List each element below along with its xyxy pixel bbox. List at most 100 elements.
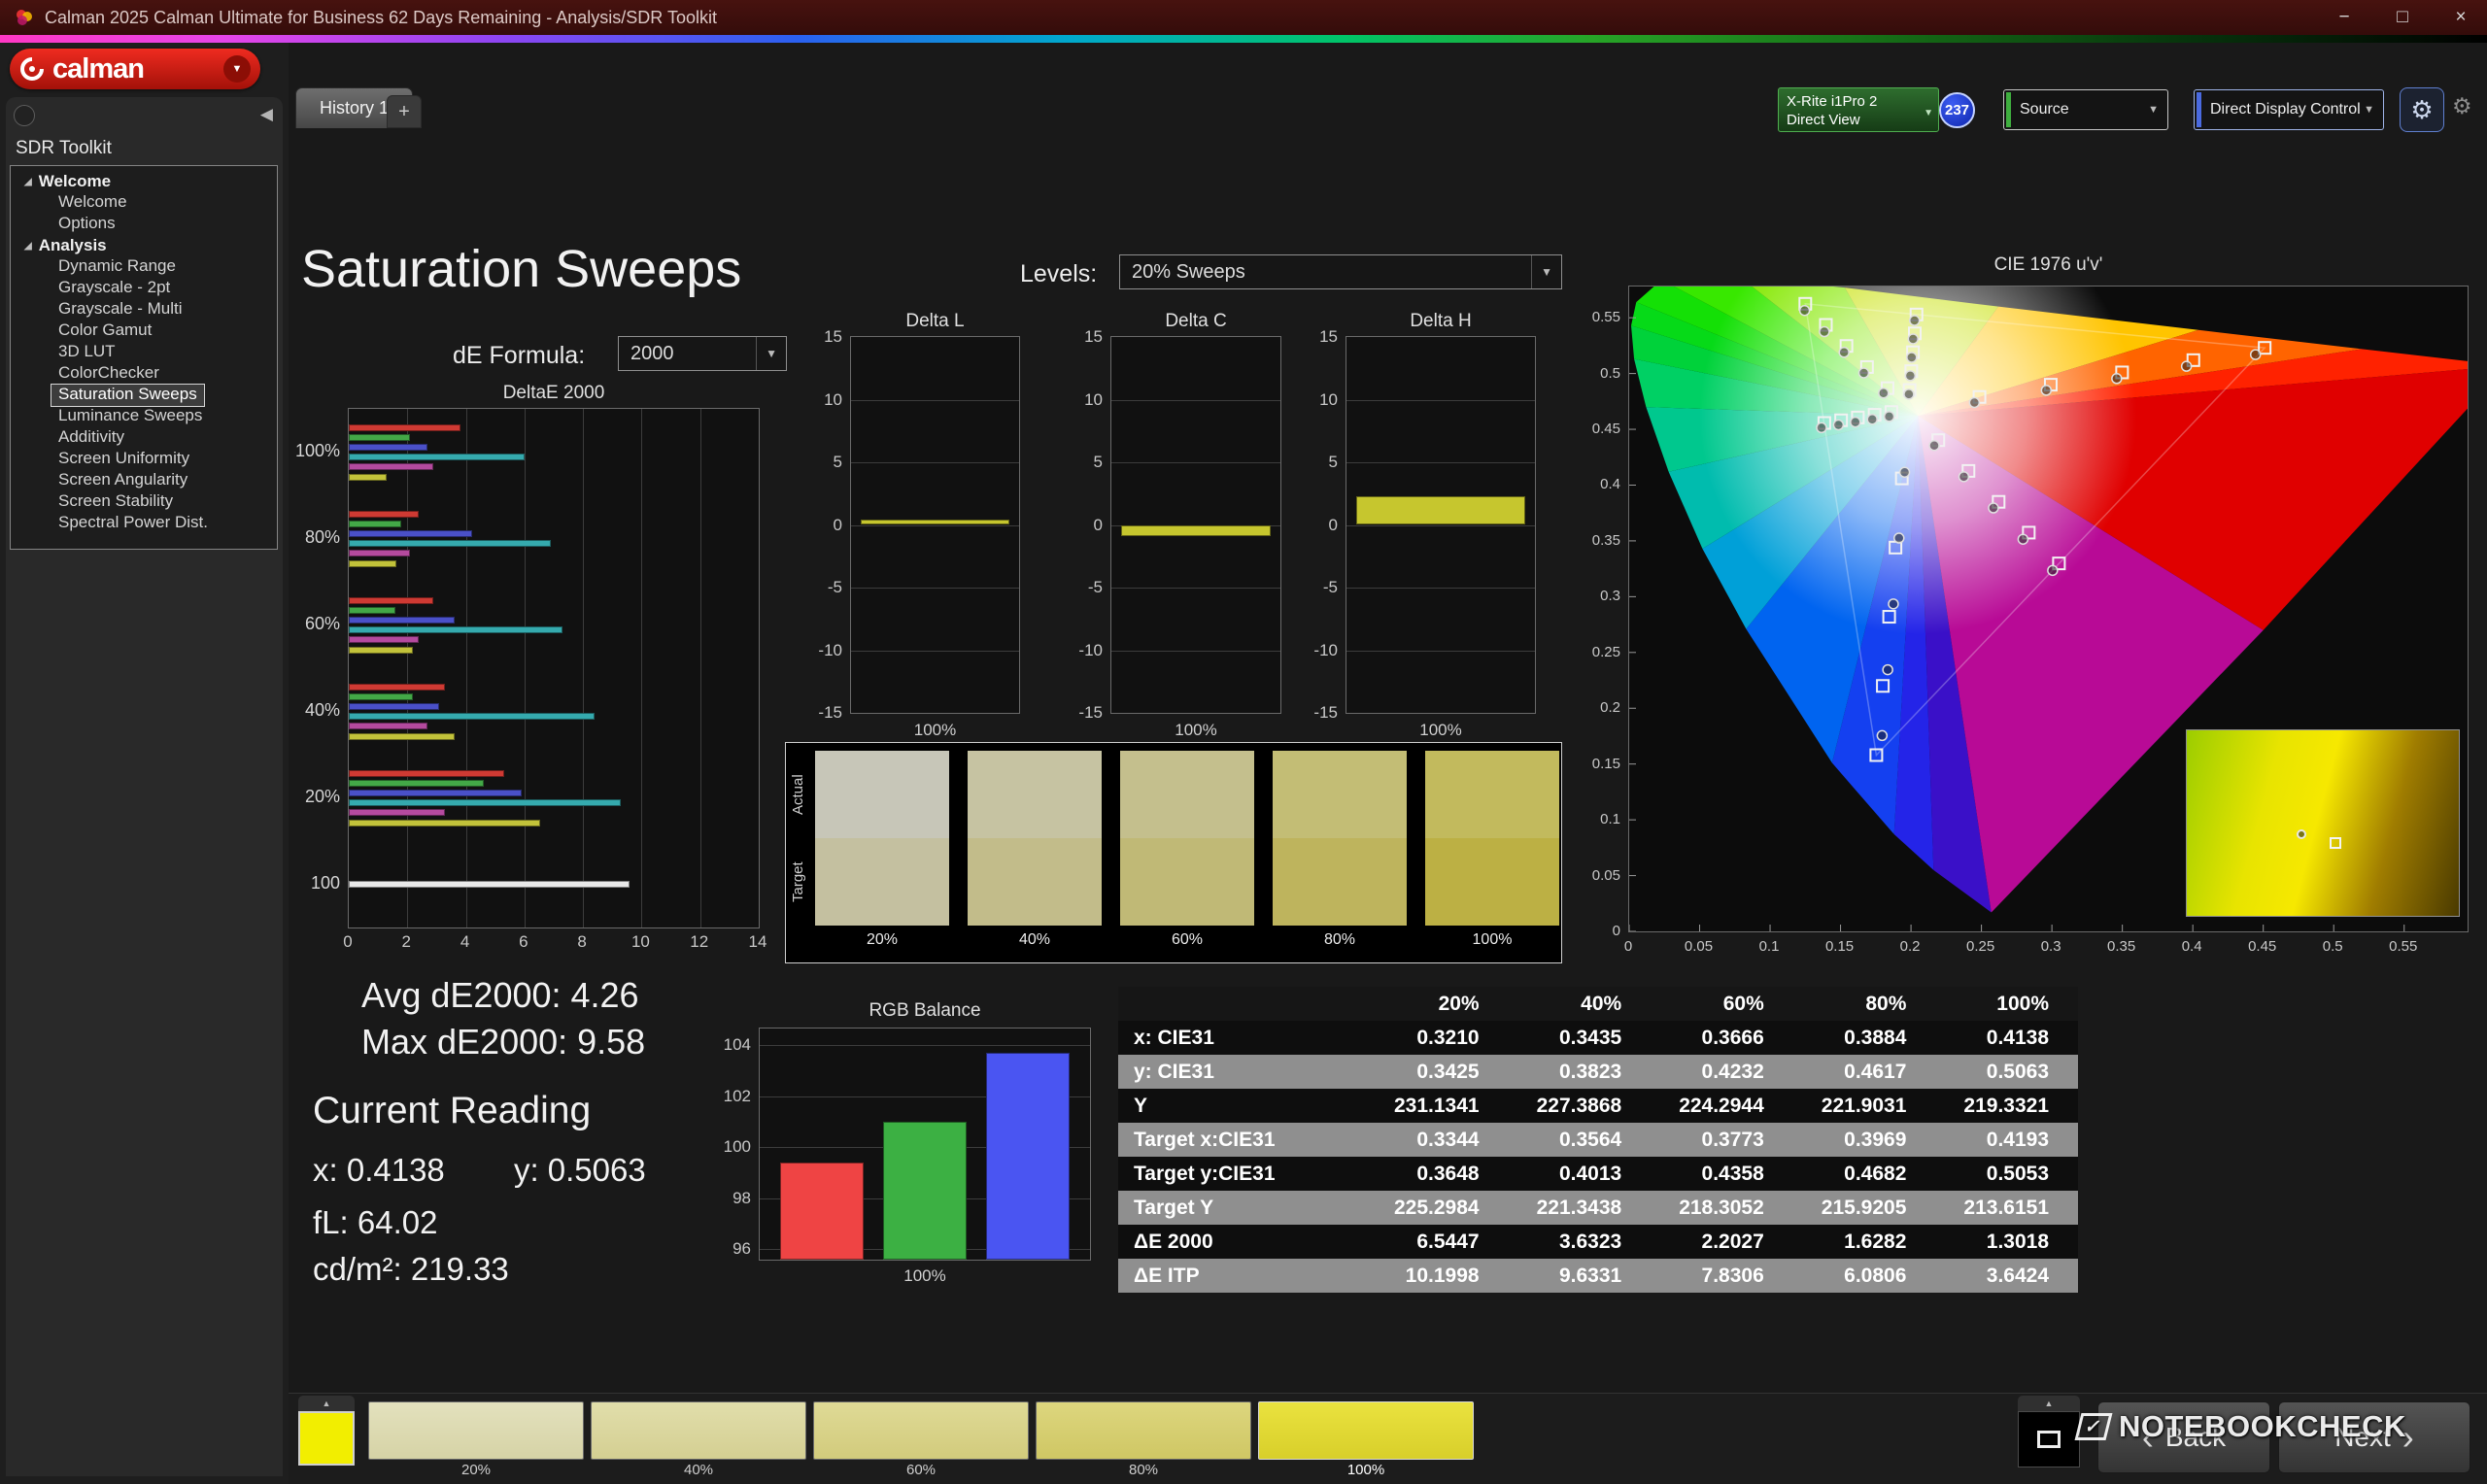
app-icon [17, 10, 32, 25]
value-cell: 0.3773 [1701, 1128, 1764, 1151]
grid-line [851, 462, 1019, 463]
deltaL-xlabel: 100% [913, 721, 957, 739]
cie-ytick-label: 0.2 [1600, 699, 1620, 717]
calman-logo-button[interactable]: calman ▼ [10, 49, 260, 89]
tree-section-welcome[interactable]: ◢ Welcome [11, 171, 277, 192]
cie-zoom-inset [2186, 729, 2460, 917]
value-cell: 3.6323 [1558, 1230, 1622, 1253]
sidebar-collapse-icon[interactable]: ◀ [260, 105, 273, 124]
current-xy-reading: x: 0.4138 y: 0.5063 [313, 1152, 646, 1189]
deltae-ylabels: 100% 80% 60% 40% 20% 100 [253, 408, 340, 928]
sidebar-item-saturation-sweeps[interactable]: Saturation Sweeps [51, 384, 205, 407]
de-bar-cyan [349, 454, 525, 461]
cie-measured-marker [1988, 502, 1999, 514]
sidebar-item-dynamic-range[interactable]: Dynamic Range [51, 256, 183, 278]
close-button[interactable]: × [2448, 7, 2473, 28]
cie-ytick-label: 0 [1612, 923, 1620, 939]
deltaL-bar [861, 520, 1009, 525]
row-label-cell: Target x:CIE31 [1134, 1128, 1276, 1151]
table-row: Target x:CIE31 0.3344 0.3564 0.3773 0.3969 0.… [1118, 1123, 2078, 1157]
grid-line [760, 1045, 1090, 1047]
display-panel-tab[interactable]: ▲ [2018, 1396, 2080, 1411]
patch-swatch-80%[interactable] [1036, 1401, 1251, 1460]
source-label: Source [2020, 101, 2069, 118]
meter-selector[interactable]: X-Rite i1Pro 2 Direct View ▼ [1778, 87, 1939, 132]
tree-section-analysis[interactable]: ◢ Analysis [11, 235, 277, 256]
patch-swatch-100%[interactable] [1258, 1401, 1474, 1460]
minimize-button[interactable]: − [2332, 7, 2357, 28]
sidebar-item-grayscale-2pt[interactable]: Grayscale - 2pt [51, 278, 177, 299]
de-bar-blue [349, 529, 472, 537]
expander-icon[interactable]: ◢ [24, 241, 32, 252]
axis-tick-label: 98 [732, 1188, 751, 1207]
patch-swatch-20%[interactable] [368, 1401, 584, 1460]
sidebar-item-screen-uniformity[interactable]: Screen Uniformity [51, 449, 196, 470]
pattern-window-button[interactable] [2018, 1411, 2080, 1467]
next-button[interactable]: Next › [2278, 1401, 2470, 1473]
current-cd-reading: cd/m²: 219.33 [313, 1251, 509, 1287]
patch-swatch-60%[interactable] [813, 1401, 1029, 1460]
cie-measured-marker [1866, 413, 1878, 425]
current-patch-swatch [298, 1411, 355, 1466]
cie-ytick-label: 0.1 [1600, 811, 1620, 828]
logo-menu-arrow-icon[interactable]: ▼ [223, 55, 251, 83]
axis-tick-label: -15 [1313, 703, 1338, 722]
de-formula-dropdown[interactable]: 2000 ▼ [618, 336, 787, 371]
row-label-cell: Target y:CIE31 [1134, 1162, 1276, 1185]
chevron-down-icon: ▼ [2148, 104, 2159, 116]
cie-xtick-label: 0.55 [2389, 938, 2418, 955]
table-row: x: CIE31 0.3210 0.3435 0.3666 0.3884 0.4138 [1118, 1021, 2078, 1055]
value-cell: 231.1341 [1394, 1094, 1480, 1117]
patch-swatch-40%[interactable] [591, 1401, 806, 1460]
sidebar-item-screen-angularity[interactable]: Screen Angularity [51, 470, 194, 491]
current-patch-tab[interactable]: ▲ [298, 1396, 355, 1411]
sidebar-item-color-gamut[interactable]: Color Gamut [51, 320, 158, 342]
rgb-xlabel: 100% [903, 1266, 946, 1285]
meter-count-badge[interactable]: 237 [1939, 92, 1975, 128]
results-table: 20% 40% 60% 80% 100% x: CIE31 0.3210 0.3435 0.36… [1118, 987, 2078, 1293]
axis-tick-label: 0 [343, 932, 353, 951]
levels-dropdown[interactable]: 20% Sweeps ▼ [1119, 254, 1562, 289]
max-de-reading: Max dE2000: 9.58 [361, 1022, 646, 1062]
actual-row-label: Actual [790, 774, 806, 815]
sidebar-item-3d-lut[interactable]: 3D LUT [51, 342, 122, 363]
cie-xtick-label: 0.25 [1965, 938, 1995, 955]
expander-icon[interactable]: ◢ [24, 177, 32, 187]
display-control-selector[interactable]: Direct Display Control ▼ [2194, 89, 2384, 130]
group-label: 40% [304, 699, 340, 720]
maximize-button[interactable]: □ [2390, 7, 2415, 28]
sidebar-item-colorchecker[interactable]: ColorChecker [51, 363, 166, 385]
de-bar-green [349, 692, 414, 700]
deltaC-bar [1121, 524, 1271, 537]
axis-tick-label: 10 [1084, 389, 1103, 409]
patch-swatch-label: 20% [460, 1462, 492, 1478]
sidebar-item-welcome[interactable]: Welcome [51, 192, 134, 214]
grid-line [1346, 399, 1535, 401]
sidebar-pin-button[interactable] [14, 105, 35, 126]
cie-ytick-label: 0.55 [1591, 309, 1620, 326]
sidebar-item-options[interactable]: Options [51, 214, 122, 235]
workspace-gear-icon[interactable]: ⚙ [2452, 93, 2472, 119]
table-row: ΔE 2000 6.5447 3.6323 2.2027 1.6282 1.3018 [1118, 1225, 2078, 1259]
value-cell: 0.3210 [1416, 1026, 1480, 1049]
grid-line [1346, 588, 1535, 589]
sidebar-item-grayscale-multi[interactable]: Grayscale - Multi [51, 299, 189, 320]
patch-swatch-label: 80% [1128, 1462, 1159, 1478]
cie-measured-marker [2249, 349, 2262, 360]
settings-button[interactable]: ⚙ [2400, 87, 2444, 132]
sidebar-item-screen-stability[interactable]: Screen Stability [51, 491, 180, 513]
display-control-label: Direct Display Control [2210, 101, 2361, 118]
patch-compare-panel: Actual Target 20% 40% 60% 80% 100% [785, 742, 1562, 963]
axis-tick-label: 96 [732, 1239, 751, 1259]
back-button[interactable]: ‹ Back [2097, 1401, 2270, 1473]
sidebar-item-luminance-sweeps[interactable]: Luminance Sweeps [51, 406, 209, 427]
add-tab-button[interactable]: + [387, 95, 422, 128]
grid-line [851, 399, 1019, 401]
target-row-label: Target [790, 861, 806, 902]
source-selector[interactable]: Source ▼ [2003, 89, 2168, 130]
chevron-right-icon: › [2402, 1417, 2414, 1457]
sidebar-item-spectral-power-dist-[interactable]: Spectral Power Dist. [51, 513, 215, 534]
sidebar-item-additivity[interactable]: Additivity [51, 427, 131, 449]
gear-icon: ⚙ [2410, 94, 2434, 124]
table-row: Target Y 225.2984 221.3438 218.3052 215.9205… [1118, 1191, 2078, 1225]
